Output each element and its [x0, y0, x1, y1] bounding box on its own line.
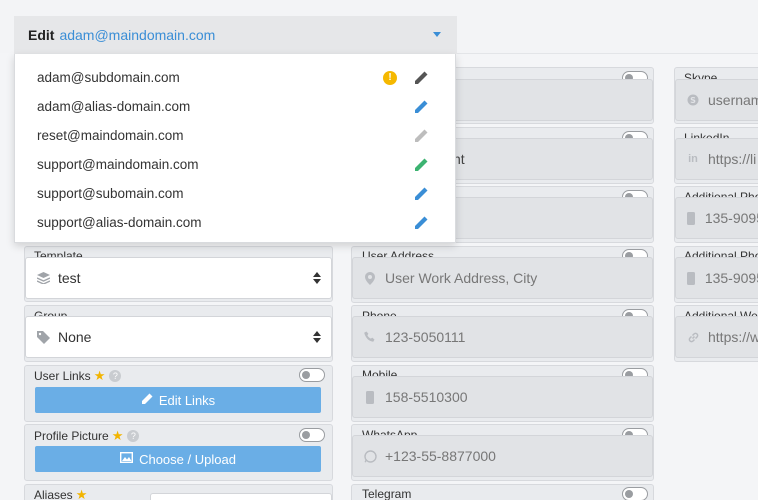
caret-down-icon — [433, 32, 441, 37]
map-marker-icon — [363, 271, 377, 285]
dropdown-item-email: support@subomain.com — [37, 186, 184, 201]
template-value: test — [58, 270, 81, 286]
phone-icon — [363, 331, 377, 343]
mobile-icon — [686, 211, 697, 225]
group-value: None — [58, 329, 92, 345]
dropdown-item-email: support@maindomain.com — [37, 157, 199, 172]
skype-icon: S — [686, 94, 700, 106]
linkedin-placeholder: https://li — [708, 151, 757, 167]
additional-phone-1-input[interactable]: 135-9095 — [675, 197, 758, 239]
dropdown-item[interactable]: support@maindomain.com — [15, 150, 455, 179]
pencil-icon — [415, 129, 428, 142]
star-icon: ★ — [111, 428, 124, 443]
account-dropdown: adam@subdomain.com ! adam@alias-domain.c… — [14, 54, 456, 243]
template-select[interactable]: test — [25, 257, 332, 299]
additional-phone-1-placeholder: 135-9095 — [704, 210, 758, 226]
edit-selected-email: adam@maindomain.com — [59, 27, 216, 43]
select-arrows-icon — [313, 272, 321, 284]
edit-account-select[interactable]: Edit adam@maindomain.com — [14, 16, 457, 54]
dropdown-item-email: adam@alias-domain.com — [37, 99, 191, 114]
additional-phone-2-placeholder: 135-9095 — [704, 270, 758, 286]
telegram-label: Telegram — [362, 487, 412, 500]
whatsapp-icon — [363, 449, 377, 463]
dropdown-item-email: support@alias-domain.com — [37, 215, 202, 230]
toggle-telegram[interactable] — [622, 487, 648, 500]
user-links-heading: User Links ★? — [34, 368, 122, 384]
phone-placeholder: 123-5050111 — [385, 329, 466, 345]
skype-input[interactable]: S usernam — [675, 79, 758, 121]
mobile-icon — [363, 390, 377, 404]
toggle-profile-picture[interactable] — [299, 428, 325, 442]
dropdown-item[interactable]: adam@subdomain.com ! — [15, 63, 455, 92]
pencil-icon — [415, 216, 428, 229]
image-icon — [120, 451, 134, 466]
pencil-icon — [415, 100, 428, 113]
mobile-placeholder: 158-5510300 — [385, 389, 468, 405]
user-address-input[interactable]: User Work Address, City — [352, 257, 653, 299]
edit-links-label: Edit Links — [158, 392, 216, 408]
layers-icon — [36, 272, 50, 284]
aliases-heading: Aliases ★ — [34, 487, 87, 500]
profile-picture-heading: Profile Picture ★? — [34, 428, 140, 444]
link-icon — [686, 331, 700, 344]
dropdown-item[interactable]: support@alias-domain.com — [15, 208, 455, 237]
toggle-user-links[interactable] — [299, 368, 325, 382]
additional-web-input[interactable]: https://w — [675, 316, 758, 358]
linkedin-input[interactable]: in https://li — [675, 138, 758, 180]
tag-icon — [36, 330, 50, 344]
edit-links-button[interactable]: Edit Links — [35, 387, 321, 413]
aliases-input[interactable] — [150, 493, 332, 500]
dropdown-item-email: reset@maindomain.com — [37, 128, 184, 143]
dropdown-item[interactable]: reset@maindomain.com — [15, 121, 455, 150]
star-icon: ★ — [93, 368, 106, 383]
aliases-label: Aliases — [34, 488, 73, 500]
pencil-icon — [415, 71, 428, 84]
whatsapp-input[interactable]: +123-55-8877000 — [352, 435, 653, 477]
choose-upload-button[interactable]: Choose / Upload — [35, 446, 321, 472]
edit-label: Edit — [28, 27, 55, 43]
additional-phone-2-input[interactable]: 135-9095 — [675, 257, 758, 299]
phone-input[interactable]: 123-5050111 — [352, 316, 653, 358]
mobile-icon — [686, 271, 697, 285]
user-links-label: User Links — [34, 369, 91, 383]
warning-icon: ! — [383, 71, 397, 85]
linkedin-icon: in — [688, 153, 698, 165]
help-icon[interactable]: ? — [127, 430, 140, 442]
skype-placeholder: usernam — [708, 92, 758, 108]
pencil-icon — [141, 393, 153, 408]
additional-web-placeholder: https://w — [708, 329, 758, 345]
top-strip — [0, 0, 758, 16]
select-arrows-icon — [313, 331, 321, 343]
user-address-placeholder: User Work Address, City — [385, 270, 538, 286]
mobile-input[interactable]: 158-5510300 — [352, 376, 653, 418]
group-select[interactable]: None — [25, 316, 332, 358]
pencil-icon — [415, 158, 428, 171]
header-divider — [456, 53, 758, 54]
dropdown-item[interactable]: adam@alias-domain.com — [15, 92, 455, 121]
pencil-icon — [415, 187, 428, 200]
svg-text:S: S — [690, 96, 696, 105]
star-icon: ★ — [75, 487, 88, 500]
dropdown-item[interactable]: support@subomain.com — [15, 179, 455, 208]
profile-picture-label: Profile Picture — [34, 429, 109, 443]
whatsapp-placeholder: +123-55-8877000 — [385, 448, 496, 464]
help-icon[interactable]: ? — [109, 370, 122, 382]
choose-upload-label: Choose / Upload — [139, 451, 236, 467]
